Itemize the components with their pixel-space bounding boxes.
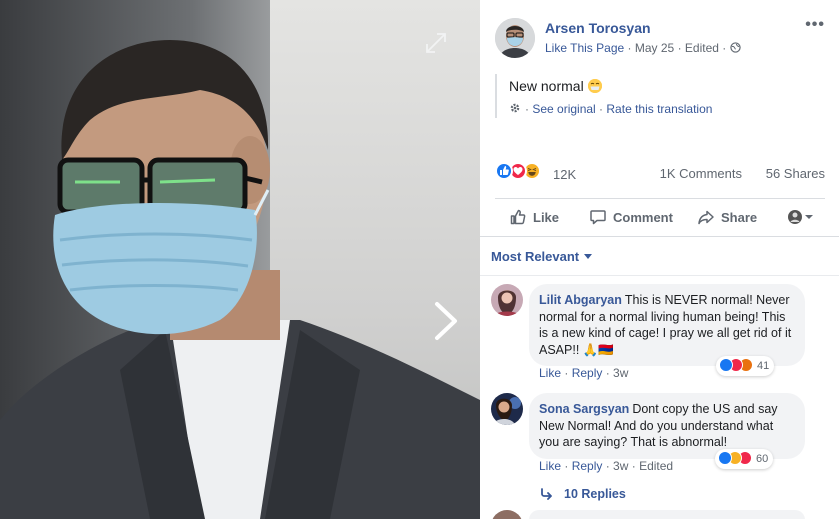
profile-dropdown-icon [788,210,813,224]
author-name[interactable]: Arsen Torosyan [545,20,651,36]
action-row: Like Comment Share [495,198,825,236]
comment-icon [590,210,606,225]
post-text: New normal [509,78,825,94]
post-meta: Like This Page · May 25 · Edited · [545,41,741,55]
divider [480,236,839,237]
comment-reply-link[interactable]: Reply [572,459,603,473]
comment-label: Comment [613,210,673,225]
replies-label: 10 Replies [564,487,626,501]
more-icon[interactable]: ••• [805,16,825,34]
see-original-link[interactable]: See original [532,102,595,116]
sort-label: Most Relevant [491,249,580,264]
author-avatar[interactable] [495,18,535,58]
reactions-bar: 12K 1K Comments 56 Shares [495,160,825,186]
share-label: Share [721,210,758,225]
like-reaction-icon [719,358,733,372]
comment-reactions[interactable]: 60 [715,449,774,469]
separator: · [561,459,572,473]
separator: · [628,459,640,473]
meta-dot: · [627,41,635,55]
rate-translation-link[interactable]: Rate this translation [606,102,712,116]
divider [480,275,839,276]
view-replies-link[interactable]: 10 Replies [540,487,626,501]
comment-bubble [529,510,805,519]
share-icon [698,210,714,225]
reaction-icons[interactable] [495,162,555,182]
comment-reactions[interactable]: 41 [716,356,775,376]
edited-label[interactable]: Edited [685,41,719,55]
comments-count[interactable]: 1K Comments [660,166,742,181]
comment-button[interactable]: Comment [589,207,673,229]
separator: · [602,366,614,380]
post-sidebar: Arsen Torosyan Like This Page · May 25 ·… [480,0,839,519]
separator: · [561,366,572,380]
comment-like-link[interactable]: Like [539,459,561,473]
post-text-content: New normal [509,78,584,94]
shares-count[interactable]: 56 Shares [766,166,825,181]
chevron-right-icon[interactable] [428,298,462,344]
comment-like-link[interactable]: Like [539,366,561,380]
comment-time[interactable]: 3w [613,366,628,380]
comment-reply-link[interactable]: Reply [572,366,603,380]
post-header: Arsen Torosyan Like This Page · May 25 ·… [495,16,835,60]
commenter-avatar[interactable] [491,393,523,425]
comment-time[interactable]: 3w [613,459,628,473]
globe-icon [729,42,741,53]
meta-dot: · [722,41,730,55]
like-icon [510,209,526,225]
post-date[interactable]: May 25 [635,41,674,55]
comment-actions: Like · Reply · 3w [539,366,628,380]
comment-edited[interactable]: Edited [639,459,673,473]
like-button[interactable]: Like [509,207,559,229]
like-label: Like [533,210,560,225]
caret-down-icon [584,254,593,259]
commenter-name[interactable]: Lilit Abgaryan [539,293,622,307]
comment-reaction-count: 41 [757,360,770,372]
like-page-link[interactable]: Like This Page [545,41,624,55]
sort-dropdown[interactable]: Most Relevant [491,249,593,264]
separator: · [595,102,607,116]
audience-selector[interactable] [787,207,823,229]
smile-mask-emoji-icon [587,79,602,93]
post-photo[interactable] [0,0,480,519]
reply-arrow-icon [541,488,552,500]
commenter-name[interactable]: Sona Sargsyan [539,402,629,416]
post-body: New normal · See original · Rate this tr… [495,74,825,118]
like-reaction-icon [495,162,513,180]
commenter-avatar[interactable] [491,284,523,316]
meta-dot: · [677,41,685,55]
commenter-avatar[interactable] [491,510,523,519]
like-reaction-icon [718,451,732,465]
comment-reaction-count: 60 [756,453,769,465]
comment-actions: Like · Reply · 3w · Edited [539,459,673,473]
reaction-count[interactable]: 12K [553,167,576,182]
translation-row: · See original · Rate this translation [509,102,825,116]
share-button[interactable]: Share [697,207,757,229]
comment-bubble: Lilit Abgaryan This is NEVER normal! Neve… [529,284,805,366]
separator: · [602,459,614,473]
expand-icon[interactable] [423,30,449,56]
gear-icon [510,103,520,113]
photo-subject [0,40,480,519]
